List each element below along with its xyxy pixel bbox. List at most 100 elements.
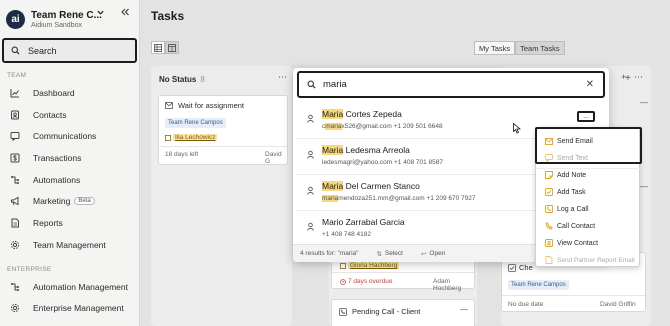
tab-my-tasks[interactable]: My Tasks: [474, 41, 516, 55]
sidebar-item-label: Communications: [33, 131, 97, 141]
task-scope-tabs: My Tasks Team Tasks: [474, 41, 565, 55]
person-icon: [306, 150, 315, 159]
card-menu-icon[interactable]: —: [460, 305, 468, 314]
menu-item-add-note[interactable]: Add Note: [544, 168, 639, 182]
menu-item-log-a-call[interactable]: Log a Call: [544, 202, 639, 216]
card-divider: [159, 146, 287, 147]
sidebar-item-label: Automation Management: [33, 282, 128, 292]
column-menu-icon[interactable]: ⋯: [278, 72, 287, 83]
task-icon: [544, 188, 553, 197]
result-name: Maria Del Carmen Stanco: [322, 181, 420, 191]
search-query: maria: [323, 79, 347, 90]
note-icon: [544, 171, 553, 180]
menu-item-call-contact[interactable]: Call Contact: [544, 219, 639, 233]
automation-icon: [9, 174, 21, 186]
clear-search-icon[interactable]: ✕: [586, 79, 594, 90]
result-meta: mariamendoza251.mm@gmail.com +1 209 670 …: [322, 195, 476, 202]
search-icon: [11, 46, 20, 55]
sidebar-item-automations[interactable]: Automations: [4, 171, 134, 189]
chevron-down-icon[interactable]: [96, 8, 105, 17]
task-due-text: 18 days left: [165, 151, 199, 158]
board-view-icon: [168, 43, 176, 52]
sidebar-item-label: Marketing: [33, 196, 71, 206]
email-icon: [165, 102, 173, 109]
tab-team-tasks[interactable]: Team Tasks: [515, 41, 565, 55]
sidebar-item-label: Transactions: [33, 153, 82, 163]
arrows-icon: ⇅: [376, 250, 382, 258]
task-card[interactable]: Pending Call - Client —: [331, 299, 475, 326]
phone-log-icon: [339, 307, 347, 316]
sidebar-item-communications[interactable]: Communications: [4, 127, 134, 145]
result-more-button[interactable]: ...: [577, 111, 595, 122]
enter-key-icon: ↩: [420, 250, 427, 258]
add-task-icon[interactable]: +: [625, 73, 631, 84]
menu-item-send-text[interactable]: Send Text: [544, 151, 639, 165]
result-meta: ledesmagri@yahoo.com +1 408 701 8587: [322, 159, 443, 166]
sidebar-search-label: Search: [28, 45, 57, 56]
card-menu-icon[interactable]: —: [640, 98, 648, 107]
reports-icon: [9, 217, 21, 229]
column-count: 8: [200, 75, 205, 84]
collapse-sidebar-icon[interactable]: [120, 7, 130, 17]
sidebar-item-contacts[interactable]: Contacts: [4, 106, 134, 124]
phone-icon: [544, 222, 553, 231]
person-icon: [306, 222, 315, 231]
sidebar-item-marketing[interactable]: Marketing Beta: [4, 192, 134, 210]
team-name: Team Rene C...: [31, 9, 102, 21]
check-icon: [508, 263, 516, 272]
team-tag: Team Rene Campos: [165, 118, 226, 128]
task-overdue-text: 7 days overdue: [340, 278, 392, 285]
task-card-title: Che: [508, 263, 533, 272]
card-menu-icon[interactable]: —: [640, 182, 648, 191]
sidebar-item-transactions[interactable]: Transactions: [4, 149, 134, 167]
dollar-icon: [9, 152, 21, 164]
automation-icon: [9, 281, 21, 293]
sidebar-item-reports[interactable]: Reports: [4, 214, 134, 232]
result-name: Mario Zarrabal Garcia: [322, 217, 405, 227]
card-divider: [502, 295, 645, 296]
task-card-title: Pending Call - Client: [339, 307, 420, 316]
enterprise-section-label: ENTERPRISE: [7, 266, 52, 273]
task-assignee: Adam Hochberg: [433, 278, 462, 292]
sidebar-item-label: Team Management: [33, 240, 106, 250]
sidebar-search-button[interactable]: Search: [2, 38, 137, 63]
menu-item-view-contact[interactable]: View Contact: [544, 236, 639, 250]
select-hint: ⇅ Select: [376, 250, 403, 258]
beta-badge: Beta: [74, 197, 95, 205]
result-meta: cmariax526@gmail.com +1 209 501 6648: [322, 123, 443, 130]
sidebar-item-automation-management[interactable]: Automation Management: [4, 278, 134, 296]
sidebar-item-enterprise-management[interactable]: Enterprise Management: [4, 299, 134, 317]
team-tag: Team Rene Campos: [508, 280, 569, 290]
team-logo: ai: [6, 9, 25, 29]
sidebar-item-label: Enterprise Management: [33, 303, 124, 313]
contacts-icon: [9, 109, 21, 121]
card-divider: [332, 272, 474, 273]
result-count: 4 results for: "maria": [300, 250, 359, 257]
chat-icon: [544, 154, 553, 163]
table-view-icon: [154, 43, 162, 52]
sidebar-item-dashboard[interactable]: Dashboard: [4, 84, 134, 102]
contact-action-menu: Send Email Send Text Add Note Add Task L…: [535, 127, 641, 267]
menu-item-add-task[interactable]: Add Task: [544, 185, 639, 199]
person-icon: [306, 114, 315, 123]
megaphone-icon: [9, 195, 21, 207]
team-switcher[interactable]: ai Team Rene C... Aidium Sandbox: [6, 6, 134, 32]
page-title: Tasks: [151, 9, 185, 23]
contact-card-icon: [544, 239, 553, 248]
contact-link[interactable]: Gloria Hachberg: [340, 262, 400, 269]
task-card[interactable]: Wait for assignment Team Rene Campos Ili…: [158, 95, 288, 165]
search-input[interactable]: maria ✕: [297, 71, 605, 98]
task-due-text: No due date: [508, 301, 544, 308]
contact-link[interactable]: Ilia Lechowicz: [165, 134, 218, 141]
menu-item-send-partner-report-email[interactable]: Send Partner Report Email: [544, 253, 639, 267]
sidebar-item-team-management[interactable]: Team Management: [4, 236, 134, 254]
column-menu-icon[interactable]: ⋯: [634, 72, 643, 83]
board-column-no-status: No Status 8 ⋯ Wait for assignment Team Re…: [151, 66, 292, 326]
sidebar-item-label: Contacts: [33, 110, 67, 120]
table-view-button[interactable]: [151, 41, 165, 54]
chat-icon: [9, 130, 21, 142]
sidebar-item-label: Dashboard: [33, 88, 75, 98]
task-assignee: David Griffin: [600, 301, 636, 308]
board-view-button[interactable]: [165, 41, 179, 54]
menu-item-send-email[interactable]: Send Email: [544, 134, 639, 148]
